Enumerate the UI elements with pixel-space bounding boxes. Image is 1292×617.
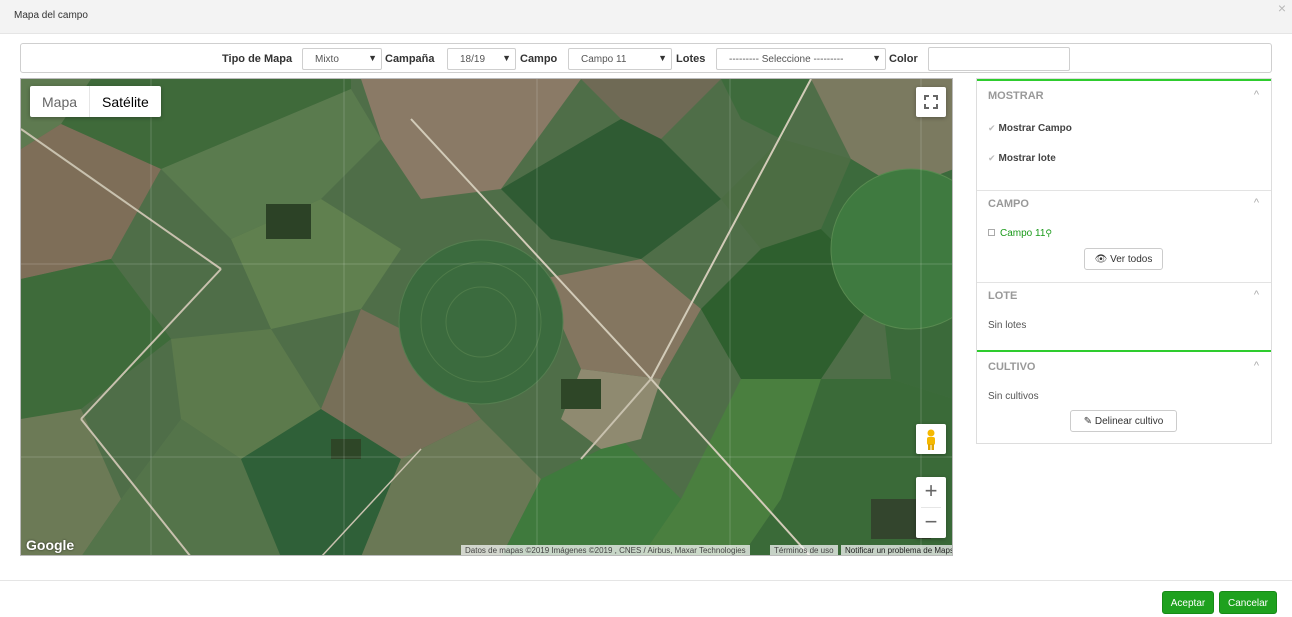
pencil-icon: ✎ <box>1083 416 1093 427</box>
dropdown-arrow-icon: ▼ <box>502 53 511 63</box>
lots-label: Lotes <box>676 53 706 65</box>
lote-title: LOTE <box>988 290 1018 302</box>
map-type-satellite-button[interactable]: Satélite <box>90 86 161 117</box>
show-field-checkbox[interactable]: ✔ Mostrar Campo <box>988 123 1072 134</box>
satellite-imagery <box>21 79 952 555</box>
show-all-button[interactable]: 👁 Ver todos <box>1084 248 1163 270</box>
eye-icon: 👁 <box>1094 254 1108 265</box>
campaign-value: 18/19 <box>460 54 486 65</box>
check-icon: ✔ <box>988 123 996 133</box>
terms-link[interactable]: Términos de uso <box>770 545 838 555</box>
modal-footer: Aceptar Cancelar <box>0 580 1292 617</box>
lots-value: --------- Seleccione --------- <box>729 54 844 65</box>
campaign-select[interactable]: 18/19 ▼ <box>447 48 516 70</box>
outline-crop-button[interactable]: ✎ Delinear cultivo <box>1070 410 1177 432</box>
fullscreen-icon <box>924 95 938 109</box>
chevron-up-icon[interactable]: ^ <box>1254 89 1259 101</box>
campo-item[interactable]: Campo 11⚲ <box>988 228 1052 239</box>
field-label: Campo <box>520 53 558 65</box>
show-field-label: Mostrar Campo <box>998 123 1072 134</box>
close-icon[interactable]: × <box>1278 0 1286 16</box>
map-attribution: Datos de mapas ©2019 Imágenes ©2019 , CN… <box>461 545 750 555</box>
fullscreen-button[interactable] <box>916 87 946 117</box>
map-type-value: Mixto <box>315 54 339 65</box>
google-logo: Google <box>26 537 75 553</box>
cultivo-title: CULTIVO <box>988 361 1036 373</box>
zoom-out-icon[interactable]: − <box>916 508 946 538</box>
lots-select[interactable]: --------- Seleccione --------- ▼ <box>716 48 886 70</box>
zoom-in-icon[interactable]: + <box>916 477 946 507</box>
map-type-label: Tipo de Mapa <box>222 53 293 65</box>
filter-bar: Tipo de Mapa Mixto ▼ Campaña 18/19 ▼ Cam… <box>20 43 1272 73</box>
mostrar-section: MOSTRAR ^ ✔ Mostrar Campo ✔ Mostrar lote <box>977 79 1271 190</box>
lote-empty-text: Sin lotes <box>988 320 1027 331</box>
zoom-control: + − <box>916 477 946 538</box>
field-value: Campo 11 <box>581 54 627 65</box>
color-label: Color <box>889 53 918 65</box>
satellite-map[interactable]: Mapa Satélite + − Google Datos de mapas … <box>20 78 953 556</box>
lote-section: LOTE ^ Sin lotes <box>977 282 1271 352</box>
street-view-button[interactable] <box>916 424 946 454</box>
chevron-up-icon[interactable]: ^ <box>1254 289 1259 301</box>
check-icon: ✔ <box>988 153 996 163</box>
dropdown-arrow-icon: ▼ <box>872 53 881 63</box>
accept-button[interactable]: Aceptar <box>1162 591 1214 614</box>
map-type-control: Mapa Satélite <box>30 86 161 117</box>
map-modal: Mapa del campo × Tipo de Mapa Mixto ▼ Ca… <box>0 0 1292 617</box>
cultivo-section: CULTIVO ^ Sin cultivos ✎ Delinear cultiv… <box>977 350 1271 443</box>
field-select[interactable]: Campo 11 ▼ <box>568 48 672 70</box>
dropdown-arrow-icon: ▼ <box>658 53 667 63</box>
show-lot-checkbox[interactable]: ✔ Mostrar lote <box>988 153 1056 164</box>
modal-title: Mapa del campo <box>14 10 88 21</box>
campo-title: CAMPO <box>988 198 1029 210</box>
pegman-icon <box>927 429 935 450</box>
chevron-up-icon[interactable]: ^ <box>1254 197 1259 209</box>
map-type-select[interactable]: Mixto ▼ <box>302 48 382 70</box>
map-type-map-button[interactable]: Mapa <box>30 86 91 117</box>
campaign-label: Campaña <box>385 53 435 65</box>
modal-header: Mapa del campo × <box>0 0 1292 34</box>
report-problem-link[interactable]: Notificar un problema de Maps <box>841 545 952 555</box>
cancel-button[interactable]: Cancelar <box>1219 591 1277 614</box>
campo-item-label: Campo 11 <box>1000 228 1046 239</box>
outline-crop-label: Delinear cultivo <box>1094 416 1164 427</box>
side-panel: MOSTRAR ^ ✔ Mostrar Campo ✔ Mostrar lote C… <box>976 78 1272 444</box>
campo-section: CAMPO ^ Campo 11⚲ 👁 Ver todos <box>977 190 1271 282</box>
zoom-to-icon[interactable]: ⚲ <box>1045 228 1052 238</box>
show-lot-label: Mostrar lote <box>998 153 1056 164</box>
dropdown-arrow-icon: ▼ <box>368 53 377 63</box>
cultivo-empty-text: Sin cultivos <box>988 391 1039 402</box>
mostrar-title: MOSTRAR <box>988 90 1044 102</box>
color-input[interactable] <box>928 47 1070 71</box>
show-all-label: Ver todos <box>1110 254 1153 265</box>
chevron-up-icon[interactable]: ^ <box>1254 360 1259 372</box>
campo-item-checkbox[interactable] <box>988 229 995 236</box>
